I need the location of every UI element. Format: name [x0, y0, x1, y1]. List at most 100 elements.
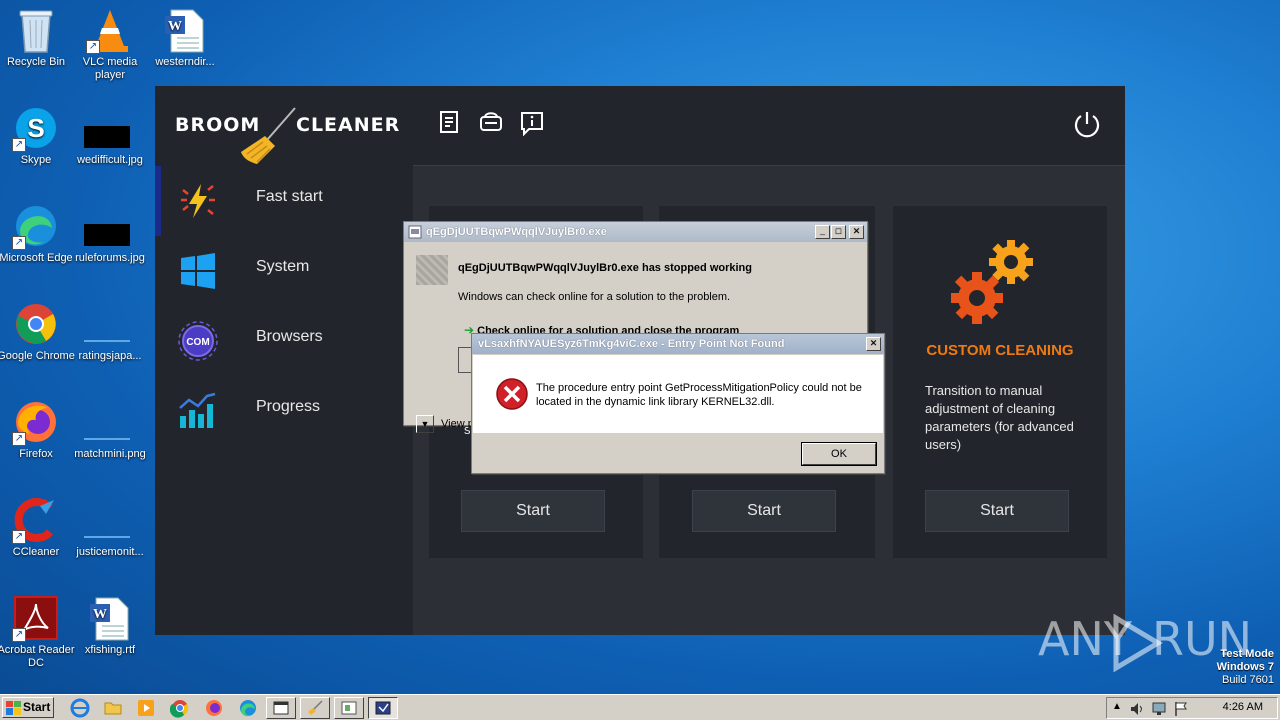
- desktop-icon-wedifficult[interactable]: wedifficult.jpg: [71, 106, 149, 167]
- shortcut-arrow-icon: ↗: [86, 40, 100, 54]
- volume-icon[interactable]: [1129, 701, 1145, 717]
- image-thumbnail-icon: [84, 204, 132, 248]
- desktop-icon-ruleforums[interactable]: ruleforums.jpg: [71, 204, 149, 265]
- desktop-icon-vlc[interactable]: ↗ VLC media player: [71, 8, 149, 82]
- shortcut-arrow-icon: ↗: [12, 236, 26, 250]
- lightning-icon: [181, 184, 215, 218]
- sidebar-item-fast-start[interactable]: Fast start: [155, 166, 413, 236]
- taskbar-task-1[interactable]: [266, 697, 296, 719]
- card-2-start-button[interactable]: Start: [692, 490, 836, 532]
- explorer-folder-icon[interactable]: [103, 698, 123, 718]
- card-title: CUSTOM CLEANING: [926, 342, 1074, 359]
- desktop-icon-label: VLC media player: [82, 56, 138, 81]
- error-message-line: located in the dynamic link library KERN…: [536, 396, 775, 408]
- anyrun-watermark: ANY RUN: [1038, 612, 1252, 672]
- test-mode-line: Build 7601: [1222, 674, 1274, 686]
- sidebar-item-system[interactable]: System: [155, 236, 413, 306]
- card-custom-start-button[interactable]: Start: [925, 490, 1069, 532]
- skype-icon: S ↗: [12, 106, 58, 152]
- word-document-icon: W: [163, 8, 207, 53]
- info-message-icon[interactable]: [519, 110, 545, 136]
- edge-taskbar-icon[interactable]: [238, 698, 258, 718]
- desktop-icon-chrome[interactable]: Google Chrome: [0, 302, 75, 363]
- desktop-icon-label: westerndir...: [155, 56, 215, 68]
- sidebar-item-progress[interactable]: Progress: [155, 376, 413, 446]
- media-player-icon[interactable]: [136, 698, 156, 718]
- app-sidebar: BROOM CLEANER Fast start System COM Brow…: [155, 86, 413, 635]
- window-app-icon: [273, 701, 289, 715]
- start-label: Start: [23, 700, 51, 714]
- dialog-title: qEgDjUUTBqwPWqqlVJuylBr0.exe: [426, 226, 607, 238]
- desktop-icon-edge[interactable]: ↗ Microsoft Edge: [0, 204, 75, 265]
- sidebar-item-label: Browsers: [256, 328, 323, 345]
- expand-details-button[interactable]: ▼: [416, 415, 434, 433]
- firefox-taskbar-icon[interactable]: [204, 698, 224, 718]
- power-icon[interactable]: [1073, 110, 1101, 138]
- dialog-message-area: The procedure entry point GetProcessMiti…: [473, 355, 883, 433]
- chrome-icon: [14, 302, 58, 346]
- shortcut-arrow-icon: ↗: [12, 628, 26, 642]
- program-icon: [416, 255, 448, 285]
- minimize-button[interactable]: _: [815, 225, 830, 239]
- taskbar-clock[interactable]: 4:26 AM: [1223, 701, 1263, 713]
- taskbar: Start ▲ 4:26 AM: [0, 694, 1280, 720]
- windows-icon: [181, 253, 215, 289]
- show-hidden-icons-icon[interactable]: ▲: [1112, 701, 1122, 712]
- entry-point-dialog: vLsaxhfNYAUESyz6TmKg4viC.exe - Entry Poi…: [471, 333, 885, 474]
- taskbar-task-3[interactable]: [334, 697, 364, 719]
- report-icon[interactable]: [437, 110, 463, 136]
- desktop-icon-justicemonit[interactable]: justicemonit...: [71, 498, 149, 559]
- test-mode-notice: Test Mode Windows 7 Build 7601: [1217, 648, 1274, 687]
- desktop-icon-label: ruleforums.jpg: [75, 252, 145, 264]
- desktop-icon-ccleaner[interactable]: ↗ CCleaner: [0, 498, 75, 559]
- dialog-titlebar: vLsaxhfNYAUESyz6TmKg4viC.exe - Entry Poi…: [472, 334, 884, 354]
- close-button[interactable]: ✕: [849, 225, 864, 239]
- sidebar-item-browsers[interactable]: COM Browsers: [155, 306, 413, 376]
- shortcut-arrow-icon: ↗: [12, 530, 26, 544]
- desktop-icon-recycle-bin[interactable]: Recycle Bin: [0, 8, 75, 69]
- desktop-icon-skype[interactable]: S ↗ Skype: [0, 106, 75, 167]
- sidebar-item-label: Progress: [256, 398, 321, 415]
- error-message-line: The procedure entry point GetProcessMiti…: [536, 382, 862, 394]
- action-center-flag-icon[interactable]: [1173, 701, 1189, 717]
- maximize-button[interactable]: □: [831, 225, 846, 239]
- desktop-icon-label: Skype: [20, 154, 52, 166]
- ie-icon[interactable]: [70, 698, 90, 718]
- desktop-icon-firefox[interactable]: ↗ Firefox: [0, 400, 75, 461]
- desktop-icon-label: Recycle Bin: [6, 56, 66, 68]
- dialog-titlebar: qEgDjUUTBqwPWqqlVJuylBr0.exe _ □ ✕: [404, 222, 867, 242]
- taskbar-task-dialog[interactable]: [368, 697, 398, 719]
- chrome-taskbar-icon[interactable]: [170, 698, 190, 718]
- desktop-icon-label: Firefox: [19, 448, 53, 460]
- image-thumbnail-icon: [84, 106, 132, 150]
- svg-text:COM: COM: [186, 337, 209, 348]
- broom-taskbar-icon: [308, 700, 323, 715]
- vlc-cone-icon: ↗: [86, 8, 132, 54]
- blank-file-icon: [84, 498, 132, 542]
- desktop-icon-matchmini[interactable]: matchmini.png: [71, 400, 149, 461]
- app-window-icon: [408, 225, 422, 239]
- close-button[interactable]: ✕: [866, 337, 881, 351]
- word-document-icon: W: [88, 596, 132, 641]
- start-button[interactable]: Start: [2, 697, 54, 718]
- test-mode-line: Windows 7: [1216, 661, 1274, 673]
- desktop-icon-label: xfishing.rtf: [84, 644, 136, 656]
- blank-file-icon: [84, 302, 132, 346]
- acrobat-icon: ↗: [12, 596, 58, 642]
- desktop-icon-acrobat[interactable]: ↗ Acrobat Reader DC: [0, 596, 75, 670]
- desktop-icon-xfishing[interactable]: W xfishing.rtf: [71, 596, 149, 657]
- svg-text:W: W: [168, 19, 182, 34]
- card-description: Transition to manual adjustment of clean…: [925, 383, 1074, 452]
- card-1-start-button[interactable]: Start: [461, 490, 605, 532]
- ok-button[interactable]: OK: [801, 442, 877, 466]
- desktop-icon-ratingsjapa[interactable]: ratingsjapa...: [71, 302, 149, 363]
- desktop-icon-westerndir[interactable]: W westerndir...: [146, 8, 224, 69]
- support-icon[interactable]: [478, 110, 504, 136]
- taskbar-task-broom-cleaner[interactable]: [300, 697, 330, 719]
- desktop-icon-label: ratingsjapa...: [78, 350, 142, 362]
- network-icon[interactable]: [1151, 701, 1167, 717]
- brand-word-right: CLEANER: [296, 114, 401, 136]
- ccleaner-icon: ↗: [12, 498, 58, 544]
- gears-icon: [951, 240, 1033, 324]
- sidebar-item-label: Fast start: [256, 188, 323, 205]
